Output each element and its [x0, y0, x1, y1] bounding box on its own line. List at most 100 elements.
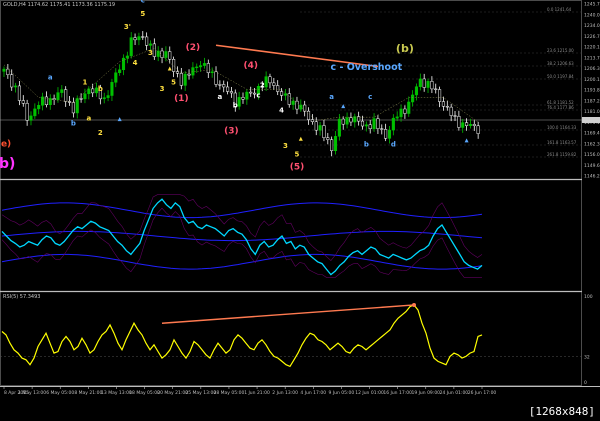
rsi-tick-label: 0 — [584, 380, 587, 386]
rsi-divergence-point — [412, 302, 416, 307]
x-tick-label: 18 May 05:00 — [129, 390, 160, 396]
candle — [472, 124, 476, 127]
oscillator-line — [1, 198, 483, 276]
x-tick-label: 12 Jun 01:00 — [355, 390, 384, 396]
wave-label: (5) — [290, 162, 305, 172]
candle — [71, 102, 75, 114]
candle — [129, 37, 133, 57]
wave-label: (4) — [243, 61, 258, 71]
candle — [345, 117, 349, 125]
candle — [249, 91, 253, 94]
y-tick-label: 1200.10 — [584, 77, 600, 83]
candle — [148, 43, 153, 46]
candle — [44, 96, 48, 105]
fib-level-label: 0.0 1241.64 — [547, 7, 572, 12]
candle — [214, 71, 218, 85]
wave-label: (2) — [186, 43, 201, 53]
y-tick-label: 1193.80 — [584, 88, 600, 94]
candle — [229, 91, 233, 94]
candle — [310, 119, 314, 122]
candle — [21, 100, 25, 104]
candle — [191, 67, 195, 76]
y-tick-label: 1240.00 — [584, 12, 600, 18]
candle — [314, 121, 318, 131]
candle — [79, 98, 83, 100]
candle — [83, 93, 87, 100]
x-tick-label: 24 Jun 01:00 — [440, 390, 469, 396]
y-tick-label: 1245.79 — [584, 2, 600, 8]
candle — [445, 106, 449, 108]
candle — [322, 125, 326, 138]
candle — [330, 139, 334, 152]
x-tick-label: 1 May 13:00 — [18, 390, 46, 396]
wave-label: (b) — [396, 42, 414, 55]
wave-label: 3' — [124, 23, 131, 31]
wave-label: 2 — [260, 82, 265, 90]
candle — [368, 124, 372, 129]
wave-label: a — [86, 114, 91, 122]
candle — [14, 85, 18, 88]
wave-label: 3 — [283, 142, 288, 150]
candle — [6, 68, 10, 75]
candle — [426, 81, 430, 88]
candle — [202, 63, 207, 66]
y-tick-label: 1156.00 — [584, 152, 600, 158]
candle — [141, 36, 145, 38]
x-tick-label: 2 Jun 13:00 — [272, 390, 298, 396]
plot-frame — [0, 0, 582, 386]
envelope-upper-band — [1, 202, 483, 219]
wave-label: 1 — [83, 78, 88, 86]
candle — [403, 108, 407, 114]
fib-level-label: 50.0 1197.84 — [547, 74, 574, 79]
candle — [29, 115, 33, 121]
wave-label: c — [141, 0, 145, 5]
candle — [326, 137, 330, 140]
fib-level-label: 100.0 1164.33 — [547, 125, 577, 130]
candle — [438, 89, 442, 102]
wave-label: 5 — [140, 10, 145, 18]
candle — [56, 92, 60, 100]
candle — [145, 36, 149, 46]
rsi-tick-label: 32 — [584, 354, 590, 360]
y-tick-label: 1146.25 — [584, 174, 600, 180]
signal-arrow — [464, 138, 469, 143]
candle — [430, 81, 434, 90]
wave-label: 4 — [279, 106, 284, 114]
y-tick-label: 1206.30 — [584, 66, 600, 72]
wave-label: b — [71, 119, 76, 127]
wave-label: a — [48, 74, 53, 82]
x-tick-label: 6 May 05:00 — [46, 390, 74, 396]
candle — [264, 76, 268, 88]
candle — [183, 73, 187, 86]
candle — [411, 94, 415, 103]
x-tick-label: 16 Jun 17:00 — [383, 390, 412, 396]
candle — [206, 63, 210, 73]
candle — [199, 65, 203, 68]
chart-title: GOLD,H4 1174.62 1175.41 1173.36 1175.19 — [3, 2, 115, 8]
x-tick-label: 25 May 13:00 — [185, 390, 216, 396]
chart-window: GOLD,H4 1174.62 1175.41 1173.36 1175.19 1… — [0, 0, 600, 421]
candle — [133, 37, 137, 41]
rsi-tick-label: 100 — [584, 294, 593, 300]
wave-zigzag-line — [3, 48, 479, 123]
candle — [172, 59, 176, 72]
y-tick-label: 1169.40 — [584, 131, 600, 137]
candle — [449, 106, 453, 116]
candle — [75, 98, 79, 114]
y-tick-label: 1220.11 — [584, 45, 600, 51]
x-tick-label: 9 Jun 05:00 — [329, 390, 355, 396]
wave-label: 3 — [160, 85, 165, 93]
candle — [387, 129, 392, 139]
wave-label: b — [98, 85, 103, 93]
fib-level-label: 76.4 1177.86 — [547, 105, 574, 110]
candle — [60, 89, 64, 93]
candle — [441, 101, 446, 107]
x-tick-label: 1 Jun 21:00 — [244, 390, 270, 396]
wave-label: 5 — [295, 150, 300, 158]
candle — [179, 73, 183, 86]
envelope-lower-band — [1, 253, 483, 270]
candle — [364, 124, 368, 127]
candle — [218, 84, 222, 86]
wave-label: c — [256, 92, 260, 100]
fib-level-label: 23.6 1215.00 — [547, 48, 574, 53]
